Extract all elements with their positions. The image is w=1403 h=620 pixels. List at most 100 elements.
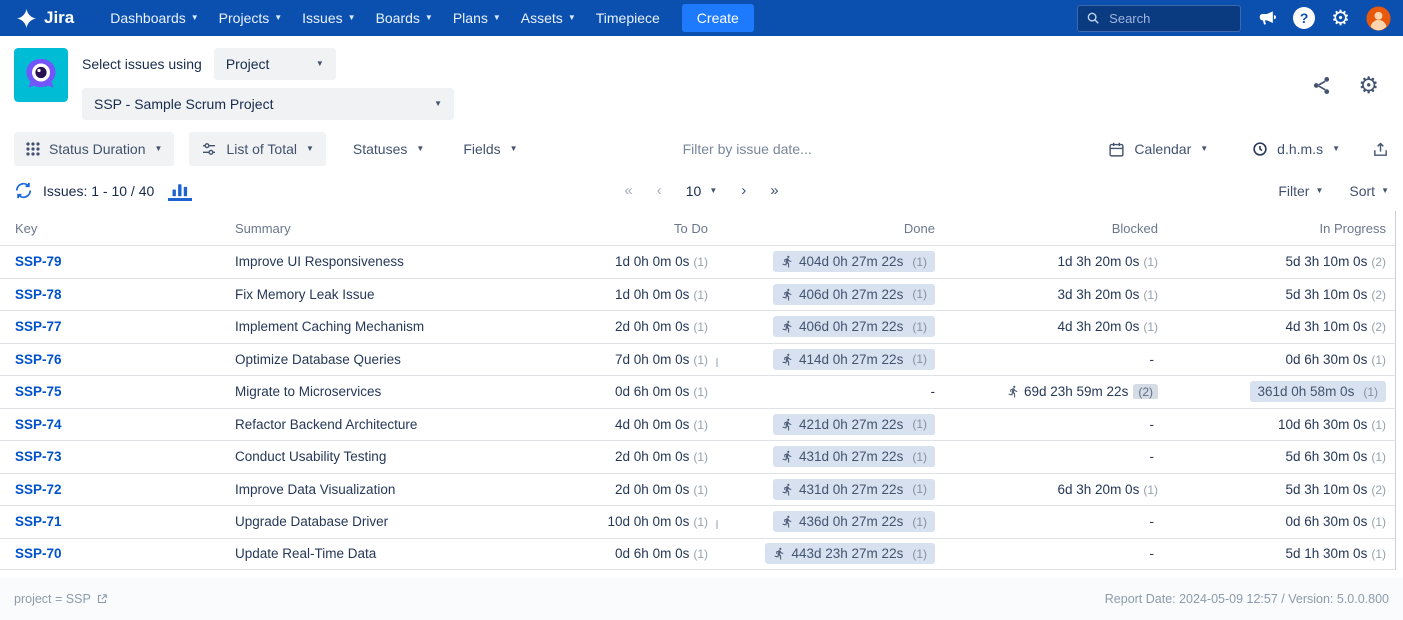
issue-summary: Upgrade Database Driver bbox=[220, 514, 485, 529]
export-icon[interactable] bbox=[1372, 141, 1389, 158]
issue-key-link[interactable]: SSP-73 bbox=[15, 449, 62, 464]
inprogress-status-count: (1) bbox=[1371, 547, 1386, 561]
blocked-duration: 3d 3h 20m 0s bbox=[1058, 287, 1140, 302]
done-duration-badge: 431d 0h 27m 22s(1) bbox=[773, 479, 935, 500]
done-duration-badge: 436d 0h 27m 22s(1) bbox=[773, 511, 935, 532]
nav-menu-item[interactable]: Assets ▼ bbox=[511, 0, 586, 36]
nav-menu-item[interactable]: Projects ▼ bbox=[209, 0, 293, 36]
nav-menu-item[interactable]: Plans ▼ bbox=[443, 0, 511, 36]
jira-logo[interactable]: Jira bbox=[16, 8, 74, 29]
issue-key-link[interactable]: SSP-72 bbox=[15, 482, 62, 497]
report-settings-gear-icon[interactable]: ⚙ bbox=[1358, 74, 1379, 97]
issue-source-fields: Select issues using Project ▼ SSP - Samp… bbox=[82, 48, 454, 120]
done-duration-cell: 406d 0h 27m 22s(1) 406d 0h 27m 22s bbox=[718, 316, 945, 337]
inprogress-status-count: (2) bbox=[1371, 320, 1386, 334]
issue-key-link[interactable]: SSP-78 bbox=[15, 287, 62, 302]
jql-query-link[interactable]: project = SSP bbox=[14, 592, 108, 606]
issue-key-link[interactable]: SSP-76 bbox=[15, 352, 62, 367]
sort-button[interactable]: Sort ▼ bbox=[1349, 183, 1389, 199]
date-filter-input[interactable]: Filter by issue date... bbox=[683, 141, 812, 157]
blocked-status-count: (1) bbox=[1143, 255, 1158, 269]
share-icon[interactable] bbox=[1311, 75, 1332, 96]
issue-key-link[interactable]: SSP-70 bbox=[15, 546, 62, 561]
last-page-button[interactable]: » bbox=[770, 182, 778, 199]
chevron-down-icon: ▼ bbox=[1200, 145, 1208, 153]
table-row: SSP-74 Refactor Backend Architecture 4d … bbox=[0, 408, 1395, 441]
column-header-summary: Summary bbox=[220, 221, 485, 236]
column-header-blocked: Blocked bbox=[945, 221, 1168, 236]
inprogress-duration: 5d 6h 30m 0s bbox=[1286, 449, 1368, 464]
announcements-icon[interactable] bbox=[1257, 8, 1277, 28]
done-status-count: (1) bbox=[912, 482, 927, 496]
nav-menu-item[interactable]: Timepiece ▼ bbox=[586, 0, 670, 36]
next-page-button[interactable]: › bbox=[741, 182, 746, 199]
nav-menu-item[interactable]: Issues ▼ bbox=[292, 0, 365, 36]
chart-view-toggle[interactable] bbox=[168, 180, 192, 201]
help-icon[interactable]: ? bbox=[1293, 7, 1315, 29]
issue-key-link[interactable]: SSP-79 bbox=[15, 254, 62, 269]
prev-page-button[interactable]: ‹ bbox=[657, 182, 662, 199]
inprogress-duration-plain: 0d 6h 30m 0s(1) bbox=[1286, 514, 1386, 529]
runner-icon bbox=[781, 255, 794, 268]
table-row: SSP-77 Implement Caching Mechanism 2d 0h… bbox=[0, 310, 1395, 343]
done-duration: 404d 0h 27m 22s bbox=[799, 254, 903, 269]
page-size-dropdown[interactable]: 10 ▼ bbox=[686, 183, 718, 199]
nav-item-label: Dashboards bbox=[110, 10, 186, 26]
aggregation-button[interactable]: List of Total ▼ bbox=[189, 132, 325, 166]
chevron-down-icon: ▼ bbox=[274, 14, 282, 22]
fields-button[interactable]: Fields ▼ bbox=[451, 132, 529, 166]
chevron-down-icon: ▼ bbox=[348, 14, 356, 22]
blocked-duration: - bbox=[1150, 417, 1155, 432]
view-mode-button[interactable]: Status Duration ▼ bbox=[14, 132, 174, 166]
report-footer: project = SSP Report Date: 2024-05-09 12… bbox=[0, 578, 1403, 620]
inprogress-duration-cell: 5d 1h 30m 0s(1) 5d 1h 30m 0s(1) bbox=[1168, 546, 1396, 561]
inprogress-duration: 5d 1h 30m 0s bbox=[1286, 546, 1368, 561]
header-actions: ⚙ bbox=[1311, 48, 1387, 97]
user-avatar[interactable] bbox=[1366, 6, 1391, 31]
issue-key-link[interactable]: SSP-71 bbox=[15, 514, 62, 529]
done-duration-cell: 431d 0h 27m 22s(1) 431d 0h 27m 22s bbox=[718, 446, 945, 467]
column-header-key: Key bbox=[0, 221, 220, 236]
issue-key-link[interactable]: SSP-77 bbox=[15, 319, 62, 334]
blocked-duration-cell: 69d 23h 59m 22s(2) bbox=[945, 384, 1168, 399]
issue-key-link[interactable]: SSP-75 bbox=[15, 384, 62, 399]
create-button[interactable]: Create bbox=[682, 4, 754, 32]
project-select-dropdown[interactable]: SSP - Sample Scrum Project ▼ bbox=[82, 88, 454, 120]
nav-menu-item[interactable]: Dashboards ▼ bbox=[100, 0, 208, 36]
todo-duration: 4d 0h 0m 0s bbox=[615, 417, 689, 432]
blocked-duration: - bbox=[1150, 514, 1155, 529]
inprogress-duration-cell: 10d 6h 30m 0s(1) 10d 6h 30m 0s(1) bbox=[1168, 417, 1396, 432]
settings-gear-icon[interactable]: ⚙ bbox=[1331, 8, 1350, 29]
calendar-button[interactable]: Calendar ▼ bbox=[1096, 132, 1220, 166]
done-duration-badge: 406d 0h 27m 22s(1) bbox=[773, 284, 935, 305]
app-window: Jira Dashboards ▼ Projects ▼ Issues ▼ bbox=[0, 0, 1403, 620]
blocked-duration-cell: 6d 3h 20m 0s(1) bbox=[945, 482, 1168, 497]
issue-key-link[interactable]: SSP-74 bbox=[15, 417, 62, 432]
issue-summary: Improve Data Visualization bbox=[220, 482, 485, 497]
done-duration: 406d 0h 27m 22s bbox=[799, 287, 903, 302]
blocked-status-count: (2) bbox=[1133, 384, 1158, 399]
bar-chart-icon bbox=[171, 182, 189, 197]
time-format-button[interactable]: d.h.m.s ▼ bbox=[1240, 132, 1352, 166]
issue-summary: Fix Memory Leak Issue bbox=[220, 287, 485, 302]
issue-source-mode-dropdown[interactable]: Project ▼ bbox=[214, 48, 336, 80]
search-input[interactable] bbox=[1107, 10, 1232, 27]
nav-menu-item[interactable]: Boards ▼ bbox=[366, 0, 443, 36]
blocked-duration-cell: 1d 3h 20m 0s(1) bbox=[945, 254, 1168, 269]
todo-status-count: (1) bbox=[693, 418, 708, 432]
refresh-icon[interactable] bbox=[14, 181, 33, 200]
view-mode-label: Status Duration bbox=[49, 141, 146, 157]
inprogress-duration-plain: 10d 6h 30m 0s(1) bbox=[1278, 417, 1386, 432]
inprogress-duration-cell: 5d 3h 10m 0s(2) 5d 3h 10m 0s(2) bbox=[1168, 287, 1396, 302]
pagination: « ‹ 10 ▼ › » bbox=[624, 182, 778, 199]
todo-status-count: (1) bbox=[693, 547, 708, 561]
statuses-button[interactable]: Statuses ▼ bbox=[341, 132, 436, 166]
filter-button[interactable]: Filter ▼ bbox=[1278, 183, 1323, 199]
chevron-down-icon: ▼ bbox=[191, 14, 199, 22]
inprogress-duration-plain: 4d 3h 10m 0s(2) bbox=[1286, 319, 1386, 334]
global-search[interactable] bbox=[1077, 5, 1241, 32]
first-page-button[interactable]: « bbox=[624, 182, 632, 199]
statuses-label: Statuses bbox=[353, 141, 407, 157]
chevron-down-icon: ▼ bbox=[416, 145, 424, 153]
aggregation-label: List of Total bbox=[226, 141, 297, 157]
